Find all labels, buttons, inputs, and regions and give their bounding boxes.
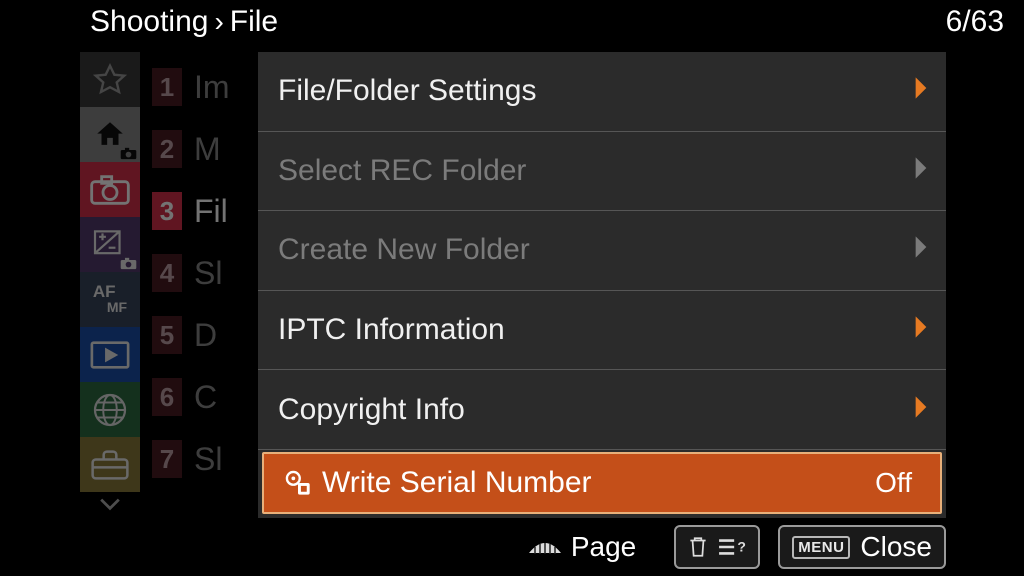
section-row[interactable]: 6C bbox=[152, 366, 252, 428]
star-icon bbox=[92, 62, 128, 98]
item-label: Select REC Folder bbox=[278, 154, 526, 188]
item-value: Off bbox=[875, 467, 912, 499]
rail-main[interactable] bbox=[80, 107, 140, 162]
page-hint: Page bbox=[525, 531, 636, 563]
chevron-right-icon bbox=[914, 74, 928, 108]
category-rail: AFMF bbox=[80, 52, 140, 516]
camera-small-icon bbox=[120, 257, 137, 270]
breadcrumb-current: File bbox=[230, 5, 278, 39]
toolbox-icon bbox=[91, 450, 129, 480]
globe-icon bbox=[92, 392, 128, 428]
play-icon bbox=[90, 341, 130, 369]
rail-network[interactable] bbox=[80, 382, 140, 437]
item-create-new-folder[interactable]: Create New Folder bbox=[258, 211, 946, 291]
afmf-icon: AFMF bbox=[93, 284, 127, 315]
section-frag: M bbox=[194, 131, 221, 168]
breadcrumb-bar: Shooting › File 6/63 bbox=[0, 2, 1024, 42]
settings-panel: File/Folder Settings Select REC Folder C… bbox=[258, 52, 946, 518]
close-label: Close bbox=[860, 531, 932, 563]
help-lines-icon: ? bbox=[718, 536, 746, 558]
trash-icon bbox=[688, 535, 708, 559]
section-frag: Sl bbox=[194, 441, 222, 478]
chevron-right-icon bbox=[914, 233, 928, 267]
section-row[interactable]: 5D bbox=[152, 304, 252, 366]
rail-exposure[interactable] bbox=[80, 217, 140, 272]
menu-badge: MENU bbox=[792, 536, 850, 559]
chevron-right-icon bbox=[914, 154, 928, 188]
section-row[interactable]: 4 Sl bbox=[152, 242, 252, 304]
chevron-right-icon bbox=[914, 313, 928, 347]
chevron-right-icon bbox=[914, 393, 928, 427]
exposure-icon bbox=[93, 230, 127, 260]
chevron-down-icon bbox=[99, 497, 121, 511]
rail-scroll-down[interactable] bbox=[80, 492, 140, 516]
section-frag: Fil bbox=[194, 193, 228, 230]
item-write-serial-number[interactable]: Write Serial Number Off bbox=[262, 452, 942, 514]
section-badge: 3 bbox=[152, 192, 182, 230]
breadcrumb-sep-icon: › bbox=[214, 6, 223, 38]
item-label: Write Serial Number bbox=[322, 466, 592, 500]
section-frag: C bbox=[194, 379, 217, 416]
section-badge: 5 bbox=[152, 316, 182, 354]
item-label: File/Folder Settings bbox=[278, 74, 536, 108]
section-badge: 1 bbox=[152, 68, 182, 106]
rail-focus[interactable]: AFMF bbox=[80, 272, 140, 327]
section-frag: Im bbox=[194, 69, 230, 106]
svg-text:?: ? bbox=[738, 538, 747, 554]
section-row[interactable]: 7 Sl bbox=[152, 428, 252, 490]
help-button[interactable]: ? bbox=[674, 525, 760, 569]
gear-icon bbox=[284, 469, 312, 497]
section-row[interactable]: 1 Im bbox=[152, 56, 252, 118]
section-row[interactable]: 2M bbox=[152, 118, 252, 180]
section-number-column: 1 Im 2M 3 Fil 4 Sl 5D 6C 7 Sl bbox=[152, 56, 252, 490]
rail-setup[interactable] bbox=[80, 437, 140, 492]
item-copyright-info[interactable]: Copyright Info bbox=[258, 370, 946, 450]
item-label: Copyright Info bbox=[278, 393, 465, 427]
section-frag: Sl bbox=[194, 255, 222, 292]
section-frag: D bbox=[194, 317, 217, 354]
section-badge: 4 bbox=[152, 254, 182, 292]
breadcrumb-root[interactable]: Shooting bbox=[90, 5, 208, 39]
item-file-folder-settings[interactable]: File/Folder Settings bbox=[258, 52, 946, 132]
page-hint-label: Page bbox=[571, 531, 636, 563]
page-indicator: 6/63 bbox=[946, 5, 1004, 39]
rail-favorites[interactable] bbox=[80, 52, 140, 107]
help-bar: Page ? MENU Close bbox=[0, 524, 1024, 570]
section-badge: 2 bbox=[152, 130, 182, 168]
rail-shooting[interactable] bbox=[80, 162, 140, 217]
dial-icon bbox=[525, 537, 565, 557]
close-button[interactable]: MENU Close bbox=[778, 525, 946, 569]
section-row[interactable]: 3 Fil bbox=[152, 180, 252, 242]
item-iptc-information[interactable]: IPTC Information bbox=[258, 291, 946, 371]
item-label: IPTC Information bbox=[278, 313, 505, 347]
item-label: Create New Folder bbox=[278, 233, 530, 267]
section-badge: 6 bbox=[152, 378, 182, 416]
camera-icon bbox=[90, 175, 130, 205]
camera-small-icon bbox=[120, 147, 137, 160]
rail-playback[interactable] bbox=[80, 327, 140, 382]
item-select-rec-folder[interactable]: Select REC Folder bbox=[258, 132, 946, 212]
section-badge: 7 bbox=[152, 440, 182, 478]
